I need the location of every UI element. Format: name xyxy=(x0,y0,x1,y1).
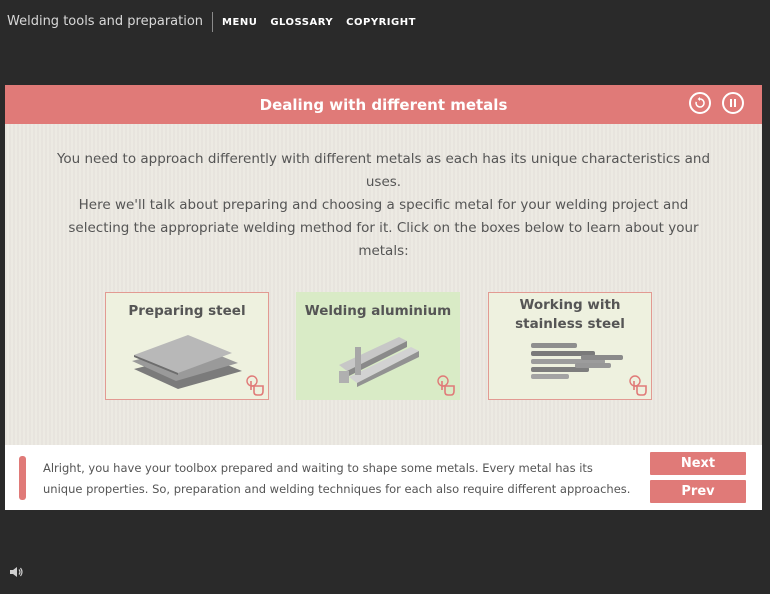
card-label: Welding aluminium xyxy=(304,303,452,319)
tap-hand-icon xyxy=(437,375,455,396)
top-nav: MENU GLOSSARY COPYRIGHT xyxy=(222,17,429,28)
footer-panel: Alright, you have your toolbox prepared … xyxy=(5,445,762,510)
steel-sheets-image xyxy=(132,335,242,389)
pause-button[interactable] xyxy=(722,92,744,114)
card-preparing-steel[interactable]: Preparing steel xyxy=(105,292,269,400)
pause-icon xyxy=(730,99,736,107)
card-label: Preparing steel xyxy=(128,303,246,319)
replay-button[interactable] xyxy=(689,92,711,114)
prev-button[interactable]: Prev xyxy=(650,480,746,503)
footer-accent-bar xyxy=(19,456,26,500)
panel-header: Dealing with different metals xyxy=(5,85,762,124)
replay-icon xyxy=(695,97,705,108)
footer-text: Alright, you have your toolbox prepared … xyxy=(43,461,631,496)
course-title: Welding tools and preparation xyxy=(0,12,214,32)
nav-menu[interactable]: MENU xyxy=(222,17,257,28)
card-label: Working with stainless steel xyxy=(515,297,625,332)
panel-title: Dealing with different metals xyxy=(259,95,508,114)
speaker-icon[interactable] xyxy=(9,566,23,578)
nav-glossary[interactable]: GLOSSARY xyxy=(270,17,333,28)
tap-hand-icon xyxy=(246,375,264,396)
card-welding-aluminium[interactable]: Welding aluminium xyxy=(296,292,460,400)
intro-paragraph-2: Here we'll talk about preparing and choo… xyxy=(68,197,699,259)
intro-paragraph-1: You need to approach differently with di… xyxy=(56,151,711,190)
tap-hand-icon xyxy=(629,375,647,396)
nav-copyright[interactable]: COPYRIGHT xyxy=(346,17,416,28)
intro-text: You need to approach differently with di… xyxy=(55,148,712,263)
top-bar: Welding tools and preparation MENU GLOSS… xyxy=(0,0,770,44)
card-stainless-steel[interactable]: Working with stainless steel xyxy=(488,292,652,400)
aluminium-profiles-image xyxy=(339,337,419,387)
next-button[interactable]: Next xyxy=(650,452,746,475)
stainless-steel-pipes-image xyxy=(531,343,623,379)
